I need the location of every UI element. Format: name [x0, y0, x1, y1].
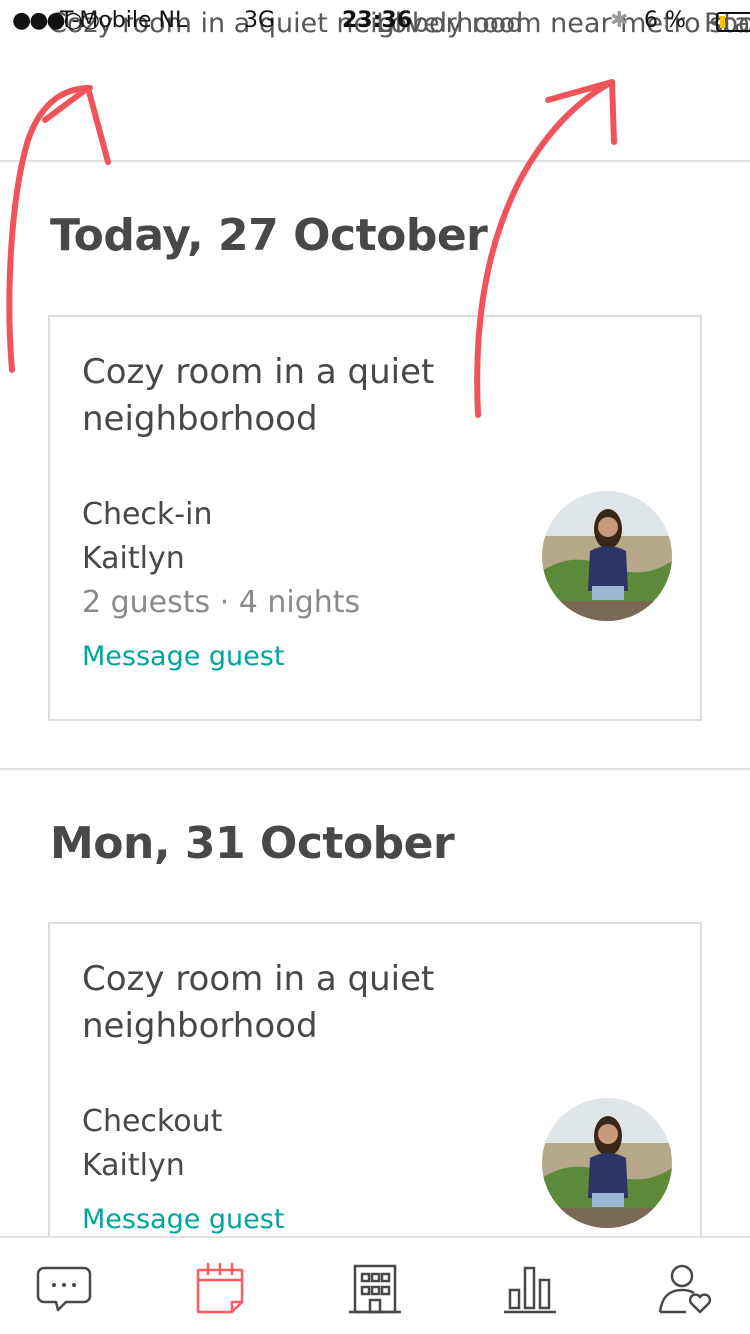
building-icon: [349, 1264, 401, 1314]
message-guest-link[interactable]: Message guest: [82, 1204, 284, 1235]
day-heading: Today, 27 October: [50, 210, 488, 261]
chat-bubble-icon: [36, 1266, 92, 1312]
reservation-status: Check-in: [82, 497, 213, 532]
guest-avatar[interactable]: [542, 1098, 672, 1228]
battery-icon: [716, 12, 750, 32]
guest-name: Kaitlyn: [82, 541, 185, 576]
listing-title: Cozy room in a quiet neighborhood: [82, 959, 435, 1046]
battery-percent: 6 %: [644, 8, 686, 33]
tabs-divider: [0, 160, 750, 162]
clock: 23:36: [342, 8, 413, 33]
guest-avatar[interactable]: [542, 491, 672, 621]
network-type: 3G: [244, 8, 276, 33]
listing-title: Cozy room in a quiet neighborhood: [82, 352, 435, 439]
reservation-card[interactable]: Cozy room in a quiet neighborhood Check-…: [48, 315, 702, 721]
carrier-name: T-Mobile NL: [60, 8, 188, 33]
bottom-nav: [0, 1236, 750, 1334]
status-bar: ●●●○○ T-Mobile NL 3G 23:36 ✱ 6 %: [0, 0, 750, 40]
booking-details: 2 guests · 4 nights: [82, 585, 361, 620]
nav-stats[interactable]: [500, 1260, 560, 1316]
bar-chart-icon: [504, 1266, 556, 1314]
message-guest-link[interactable]: Message guest: [82, 641, 284, 672]
calendar-icon: [196, 1262, 244, 1314]
reservation-status: Checkout: [82, 1104, 223, 1139]
bluetooth-icon: ✱: [610, 8, 629, 33]
nav-inbox[interactable]: [34, 1260, 94, 1316]
guest-name: Kaitlyn: [82, 1148, 185, 1183]
nav-calendar[interactable]: [190, 1260, 250, 1316]
day-heading: Mon, 31 October: [50, 818, 455, 869]
reservation-card[interactable]: Cozy room in a quiet neighborhood Checko…: [48, 922, 702, 1262]
profile-heart-icon: [658, 1264, 712, 1314]
nav-profile[interactable]: [656, 1260, 716, 1316]
day-divider: [0, 768, 750, 770]
nav-listings[interactable]: [345, 1260, 405, 1316]
